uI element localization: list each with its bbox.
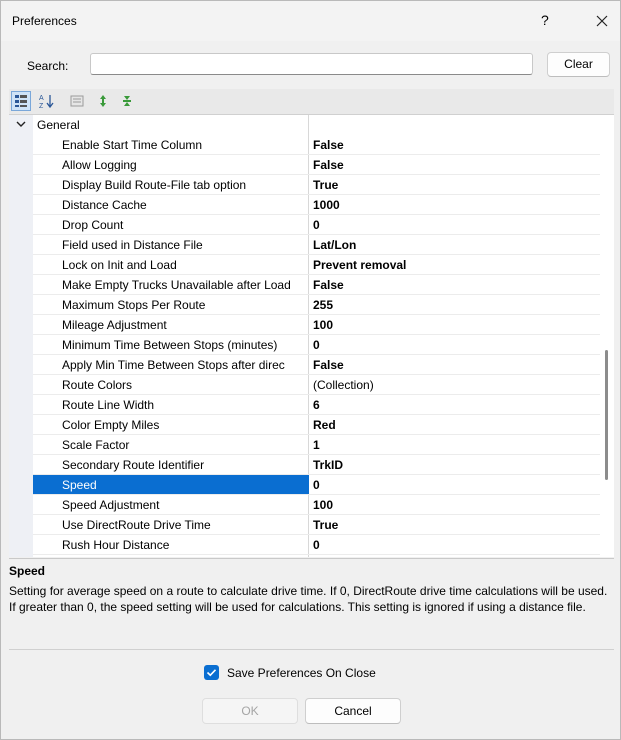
svg-text:Z: Z (39, 103, 44, 109)
property-value[interactable]: 0 (313, 338, 320, 352)
save-preferences-label[interactable]: Save Preferences On Close (227, 666, 376, 680)
property-row[interactable]: Make Empty Trucks Unavailable after Load… (9, 275, 600, 295)
property-row[interactable]: Color Empty Miles Red (9, 415, 600, 435)
property-value[interactable]: False (313, 138, 344, 152)
property-row[interactable]: Route Line Width 6 (9, 395, 600, 415)
property-grid-toolbar: AZ (9, 89, 614, 114)
property-value[interactable]: 1000 (313, 198, 340, 212)
property-value[interactable]: False (313, 278, 344, 292)
property-row[interactable]: Display Build Route-File tab option True (9, 175, 600, 195)
window-title: Preferences (12, 14, 77, 28)
preferences-dialog: Preferences ? Search: Clear AZ General E… (0, 0, 621, 740)
search-label: Search: (27, 59, 69, 73)
divider (9, 649, 614, 650)
save-preferences-checkbox[interactable] (204, 665, 219, 680)
property-row[interactable]: Distance Cache 1000 (9, 195, 600, 215)
property-name: Lock on Init and Load (62, 258, 177, 272)
property-name: Rush Hour Distance (62, 538, 170, 552)
property-name: Drop Count (62, 218, 124, 232)
categorized-icon[interactable] (11, 91, 31, 111)
description-title: Speed (9, 564, 46, 578)
property-name: Minimum Time Between Stops (minutes) (62, 338, 278, 352)
property-value[interactable]: 255 (313, 298, 333, 312)
property-value[interactable]: False (313, 358, 344, 372)
property-name: Apply Min Time Between Stops after direc (62, 358, 285, 372)
property-value[interactable]: TrkID (313, 458, 343, 472)
property-name: Speed Adjustment (62, 498, 160, 512)
property-row[interactable]: Mileage Adjustment 100 (9, 315, 600, 335)
property-name: Scale Factor (62, 438, 130, 452)
property-row[interactable]: Scale Factor 1 (9, 435, 600, 455)
property-value[interactable]: True (313, 178, 338, 192)
property-name: Enable Start Time Column (62, 138, 203, 152)
property-name: Color Empty Miles (62, 418, 160, 432)
description-panel: Speed Setting for average speed on a rou… (9, 558, 614, 649)
property-name: Mileage Adjustment (62, 318, 167, 332)
property-name: Maximum Stops Per Route (62, 298, 206, 312)
property-value[interactable]: False (313, 158, 344, 172)
property-row-selected[interactable]: Speed 0 (9, 475, 600, 495)
property-value[interactable]: 0 (313, 218, 320, 232)
title-bar: Preferences ? (1, 1, 620, 41)
property-grid[interactable]: General Enable Start Time Column False Al… (9, 114, 614, 557)
property-value[interactable]: Lat/Lon (313, 238, 356, 252)
property-row[interactable]: Field used in Distance File Lat/Lon (9, 235, 600, 255)
property-value[interactable]: 0 (313, 478, 320, 492)
property-row[interactable]: Use DirectRoute Drive Time True (9, 515, 600, 535)
vertical-scrollbar[interactable] (605, 350, 608, 480)
chevron-down-icon[interactable] (15, 118, 27, 133)
collapse-icon[interactable] (119, 93, 135, 109)
property-row[interactable]: Enable Start Time Column False (9, 135, 600, 155)
property-name: Route Line Width (62, 398, 155, 412)
property-row[interactable]: Rush Hour Distance 0 (9, 535, 600, 555)
ok-button[interactable]: OK (202, 698, 298, 724)
property-value[interactable]: Prevent removal (313, 258, 406, 272)
property-value[interactable]: 0 (313, 538, 320, 552)
property-row[interactable]: Speed Adjustment 100 (9, 495, 600, 515)
property-row[interactable]: Apply Min Time Between Stops after direc… (9, 355, 600, 375)
checkmark-icon (206, 669, 217, 677)
property-name: Distance Cache (62, 198, 147, 212)
property-row[interactable]: Allow Logging False (9, 155, 600, 175)
description-text: Setting for average speed on a route to … (9, 584, 608, 614)
property-name: Field used in Distance File (62, 238, 203, 252)
property-row[interactable]: Minimum Time Between Stops (minutes) 0 (9, 335, 600, 355)
property-row[interactable]: Secondary Route Identifier TrkID (9, 455, 600, 475)
property-name: Secondary Route Identifier (62, 458, 205, 472)
property-row[interactable]: Route Colors (Collection) (9, 375, 600, 395)
search-input[interactable] (90, 53, 533, 75)
property-name: Make Empty Trucks Unavailable after Load (62, 278, 291, 292)
property-pages-icon[interactable] (69, 93, 85, 109)
property-row[interactable]: Drop Count 0 (9, 215, 600, 235)
category-label: General (37, 118, 80, 132)
svg-text:A: A (39, 95, 44, 102)
close-button[interactable] (591, 10, 613, 32)
clear-button[interactable]: Clear (547, 52, 610, 77)
cancel-button[interactable]: Cancel (305, 698, 401, 724)
property-value[interactable]: 1 (313, 438, 320, 452)
help-button[interactable]: ? (541, 12, 549, 28)
property-value[interactable]: True (313, 518, 338, 532)
category-general[interactable]: General (9, 115, 600, 135)
alphabetical-sort-icon[interactable]: AZ (39, 93, 55, 110)
property-row[interactable]: Lock on Init and Load Prevent removal (9, 255, 600, 275)
property-name: Route Colors (62, 378, 133, 392)
property-name: Speed (62, 478, 97, 492)
property-value[interactable]: Red (313, 418, 336, 432)
property-row[interactable]: Maximum Stops Per Route 255 (9, 295, 600, 315)
expand-icon[interactable] (95, 93, 111, 109)
property-value[interactable]: (Collection) (313, 378, 374, 392)
property-name: Allow Logging (62, 158, 137, 172)
property-value[interactable]: 6 (313, 398, 320, 412)
property-name: Use DirectRoute Drive Time (62, 518, 211, 532)
property-value[interactable]: 100 (313, 498, 333, 512)
close-icon (596, 15, 608, 27)
property-name: Display Build Route-File tab option (62, 178, 247, 192)
property-value[interactable]: 100 (313, 318, 333, 332)
